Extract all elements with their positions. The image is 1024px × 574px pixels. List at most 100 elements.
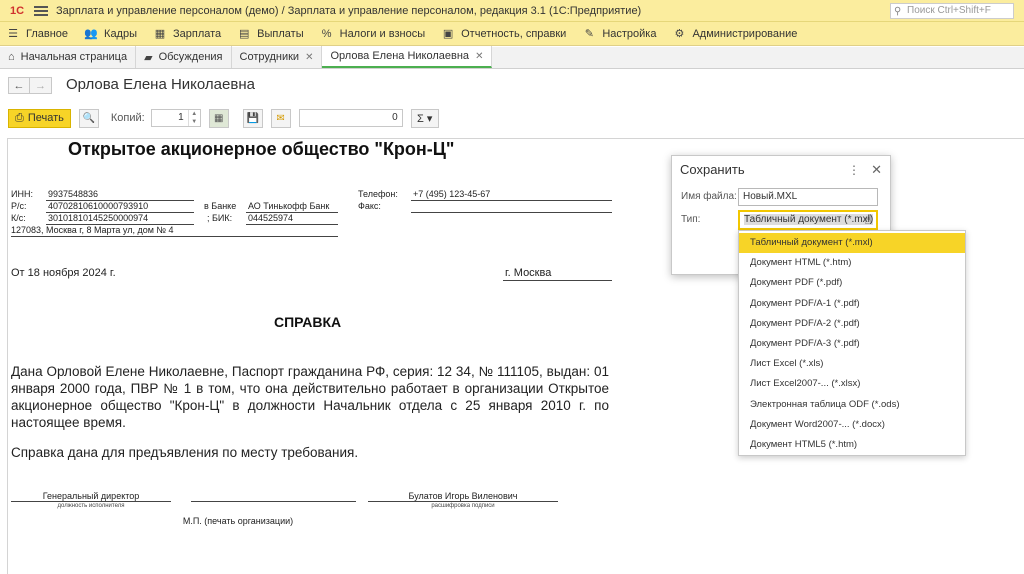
sum-button[interactable]: Σ ▾ — [410, 108, 439, 128]
rs-value: 40702810610000793910 — [48, 201, 149, 211]
section-taxes[interactable]: % Налоги и взносы — [314, 22, 436, 46]
print-button[interactable]: ⎙ Печать — [8, 108, 71, 128]
sum-value-field[interactable]: 0 — [298, 109, 403, 127]
tab-home[interactable]: ⌂ Начальная страница — [0, 46, 137, 68]
file-type-option[interactable]: Лист Excel (*.xls) — [739, 354, 965, 374]
section-salary[interactable]: ▦ Зарплата — [147, 22, 231, 46]
tab-discussions[interactable]: ▰ Обсуждения — [136, 46, 232, 68]
home-icon: ☰ — [8, 28, 18, 40]
close-icon[interactable]: ✕ — [305, 52, 313, 63]
report-icon: ▣ — [442, 28, 454, 40]
section-label: Выплаты — [257, 27, 304, 40]
section-personnel[interactable]: 👥 Кадры — [78, 22, 147, 46]
ks-label: К/с: — [11, 213, 26, 223]
file-type-value: Табличный документ (*.mxl) — [744, 214, 874, 225]
bik-value: 044525974 — [248, 213, 294, 223]
file-type-option[interactable]: Документ HTML (*.htm) — [739, 253, 965, 273]
navigation-buttons: ← → — [8, 77, 52, 94]
more-actions-icon[interactable]: ⋮ — [848, 163, 860, 177]
floppy-icon: 💾 — [246, 112, 259, 124]
document-city: г. Москва — [505, 267, 552, 279]
preview-button[interactable]: 🔍 — [78, 108, 99, 128]
file-type-option[interactable]: Документ Word2007-... (*.docx) — [739, 415, 965, 435]
document-heading: СПРАВКА — [274, 314, 342, 330]
phone-label: Телефон: — [358, 189, 398, 199]
copies-input[interactable]: 1 ▲ ▼ — [150, 109, 201, 127]
home-icon: ⌂ — [8, 51, 15, 63]
phone-underline — [411, 200, 612, 201]
send-email-button[interactable]: ✉ — [270, 108, 291, 128]
close-icon[interactable]: ✕ — [475, 51, 483, 62]
file-type-option[interactable]: Документ PDF/A-3 (*.pdf) — [739, 334, 965, 354]
edit-mode-button[interactable]: ▦ — [208, 108, 229, 128]
envelope-icon: ✉ — [276, 112, 285, 124]
certificate-document: Открытое акционерное общество "Крон-Ц" И… — [8, 139, 628, 574]
type-label: Тип: — [681, 214, 701, 225]
file-type-option[interactable]: Документ PDF/A-2 (*.pdf) — [739, 314, 965, 334]
section-label: Зарплата — [173, 27, 222, 40]
file-type-dropdown: Табличный документ (*.mxl) Документ HTML… — [738, 230, 966, 456]
copies-stepper[interactable]: ▲ ▼ — [187, 110, 200, 126]
signer-name: Булатов Игорь Виленович — [408, 491, 518, 501]
position-line — [11, 501, 171, 502]
name-line — [368, 501, 558, 502]
copies-label: Копий: — [110, 112, 145, 124]
title-bar: 1С Зарплата и управление персоналом (дем… — [0, 0, 1024, 22]
tab-label: Сотрудники — [239, 51, 300, 63]
open-windows-tabs: ⌂ Начальная страница ▰ Обсуждения Сотруд… — [0, 46, 1024, 69]
section-reports[interactable]: ▣ Отчетность, справки — [435, 22, 576, 46]
tab-label: Обсуждения — [158, 51, 223, 63]
print-label: Печать — [27, 112, 64, 124]
save-button[interactable]: 💾 — [242, 108, 263, 128]
file-type-option[interactable]: Лист Excel2007-... (*.xlsx) — [739, 374, 965, 394]
bik-underline — [246, 224, 338, 225]
tab-employee-card[interactable]: Орлова Елена Николаевна ✕ — [322, 46, 493, 68]
wallet-icon: ▤ — [238, 28, 250, 40]
fax-underline — [411, 212, 612, 213]
close-icon[interactable]: ✕ — [871, 162, 882, 178]
signer-position: Генеральный директор — [42, 491, 140, 501]
app-logo: 1С — [9, 4, 25, 17]
chat-icon: ▰ — [144, 51, 153, 64]
section-settings[interactable]: ✎ Настройка — [576, 22, 666, 46]
table-edit-icon: ▦ — [213, 112, 224, 124]
file-type-option[interactable]: Документ HTML5 (*.htm) — [739, 435, 965, 455]
address: 127083, Москва г, 8 Марта ул, дом № 4 — [11, 225, 174, 235]
people-icon: 👥 — [84, 28, 98, 40]
preview-icon: 🔍 — [82, 112, 96, 124]
section-label: Налоги и взносы — [339, 27, 426, 40]
section-label: Настройка — [602, 27, 657, 40]
section-main[interactable]: ☰ Главное — [0, 22, 78, 46]
form-title: Орлова Елена Николаевна — [66, 76, 255, 93]
position-caption: должность исполнителя — [57, 503, 125, 509]
file-type-option[interactable]: Документ PDF/A-1 (*.pdf) — [739, 294, 965, 314]
section-label: Администрирование — [692, 27, 798, 40]
rs-label: Р/с: — [11, 201, 27, 211]
city-underline — [503, 280, 612, 281]
forward-button[interactable]: → — [30, 77, 52, 94]
global-search-input[interactable]: ⚲ Поиск Ctrl+Shift+F — [890, 3, 1014, 19]
section-payments[interactable]: ▤ Выплаты — [231, 22, 313, 46]
bank-label: в Банке — [204, 201, 237, 211]
file-type-option[interactable]: Документ PDF (*.pdf) — [739, 273, 965, 293]
tab-label: Орлова Елена Николаевна — [330, 50, 470, 62]
wrench-icon: ✎ — [584, 28, 594, 40]
file-type-option[interactable]: Электронная таблица ODF (*.ods) — [739, 395, 965, 415]
main-menu-icon[interactable] — [34, 5, 48, 16]
section-admin[interactable]: ⚙ Администрирование — [666, 22, 807, 46]
stamp-placeholder: М.П. (печать организации) — [182, 516, 294, 526]
document-purpose: Справка дана для предъявления по месту т… — [11, 445, 359, 460]
percent-icon: % — [321, 27, 332, 40]
bank-value: АО Тинькофф Банк — [248, 201, 330, 211]
filename-input[interactable]: Новый.MXL — [738, 188, 878, 206]
name-caption: расшифровка подписи — [431, 503, 495, 509]
file-type-select[interactable]: Табличный документ (*.mxl) ☝ — [738, 210, 878, 230]
inn-value: 9937548836 — [48, 189, 99, 199]
search-icon: ⚲ — [894, 6, 902, 17]
back-button[interactable]: ← — [8, 77, 30, 94]
tab-label: Начальная страница — [20, 51, 128, 63]
file-type-option[interactable]: Табличный документ (*.mxl) — [739, 233, 965, 254]
copies-value: 1 — [178, 112, 184, 123]
tab-employees[interactable]: Сотрудники ✕ — [232, 46, 323, 68]
section-label: Кадры — [104, 27, 137, 40]
